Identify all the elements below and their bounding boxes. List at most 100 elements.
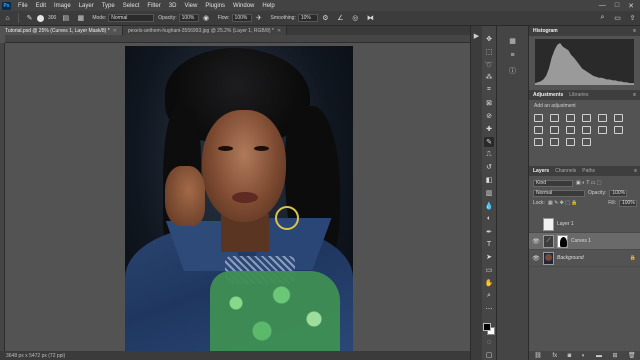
menu-layer[interactable]: Layer — [75, 3, 98, 9]
history-brush-icon[interactable]: ↺ — [484, 162, 494, 172]
color-swatches[interactable] — [483, 322, 495, 335]
tab-tutorial[interactable]: Tutorial.psd @ 25% (Curves 1, Layer Mask… — [0, 26, 123, 35]
menu-select[interactable]: Select — [119, 3, 144, 9]
menu-3d[interactable]: 3D — [165, 3, 181, 9]
color-lookup-icon[interactable] — [598, 126, 607, 134]
tab-layers[interactable]: Layers — [533, 168, 549, 174]
quick-mask-icon[interactable]: ◌ — [484, 337, 494, 347]
menu-filter[interactable]: Filter — [143, 3, 164, 9]
hue-saturation-icon[interactable] — [614, 114, 623, 122]
menu-edit[interactable]: Edit — [32, 3, 50, 9]
home-icon[interactable]: ⌂ — [3, 14, 12, 23]
selective-color-icon[interactable] — [582, 138, 591, 146]
lock-icons[interactable]: ▦ ✎ ✥ ⬚ 🔒 — [548, 200, 578, 206]
expand-arrow-icon[interactable]: ▶ — [471, 32, 482, 40]
pressure-size-icon[interactable]: ◎ — [351, 14, 360, 23]
visibility-eye-icon[interactable]: 👁 — [532, 238, 540, 245]
zoom-tool-icon[interactable]: ⌕ — [484, 291, 494, 301]
layer-name[interactable]: Layer 1 — [557, 221, 574, 227]
opacity-field[interactable]: 100% — [178, 14, 199, 22]
hand-tool-icon[interactable]: ✋ — [484, 278, 494, 288]
mask-icon[interactable]: ◙ — [568, 353, 572, 359]
kind-filter[interactable]: Kind — [533, 179, 573, 187]
history-panel-icon[interactable]: ▦ — [508, 36, 517, 45]
horizontal-ruler[interactable] — [5, 35, 470, 43]
menu-file[interactable]: File — [14, 3, 32, 9]
info-panel-icon[interactable]: ⓘ — [508, 66, 517, 75]
angle-icon[interactable]: ∠ — [336, 14, 345, 23]
brush-settings-icon[interactable]: ▤ — [61, 14, 70, 23]
tab-pexels[interactable]: pexels-anthem-hughani-3556993.jpg @ 25.2… — [122, 26, 288, 35]
posterize-icon[interactable] — [534, 138, 543, 146]
share-icon[interactable]: ⇪ — [628, 14, 637, 23]
layer-row[interactable]: 👁 ⟋ Curves 1 — [529, 233, 640, 250]
eyedropper-icon[interactable]: ⊘ — [484, 111, 494, 121]
brush-panel-icon[interactable]: ▦ — [76, 14, 85, 23]
move-tool-icon[interactable]: ✥ — [484, 34, 494, 44]
curves-icon[interactable] — [566, 114, 575, 122]
channel-mixer-icon[interactable] — [582, 126, 591, 134]
pen-tool-icon[interactable]: ✒ — [484, 227, 494, 237]
panel-menu-icon[interactable]: ≡ — [634, 168, 637, 174]
gradient-icon[interactable]: ▥ — [484, 188, 494, 198]
fill-field[interactable]: 100% — [619, 199, 637, 207]
type-tool-icon[interactable]: T — [484, 240, 494, 250]
mode-select[interactable]: Normal — [108, 14, 155, 22]
eraser-icon[interactable]: ◧ — [484, 175, 494, 185]
tab-histogram[interactable]: Histogram — [533, 28, 558, 34]
layer-row[interactable]: Layer 1 — [529, 216, 640, 233]
canvas-area[interactable] — [5, 43, 470, 351]
tab-libraries[interactable]: Libraries — [569, 92, 588, 98]
blur-icon[interactable]: 💧 — [484, 201, 494, 211]
adjustment-icon[interactable]: ◐ — [582, 353, 586, 359]
path-select-icon[interactable]: ➤ — [484, 252, 494, 262]
frame-tool-icon[interactable]: ⊠ — [484, 98, 494, 108]
black-white-icon[interactable] — [550, 126, 559, 134]
menu-window[interactable]: Window — [229, 3, 258, 9]
healing-brush-icon[interactable]: ✚ — [484, 124, 494, 134]
lasso-tool-icon[interactable]: ➰ — [484, 60, 494, 70]
workspace-icon[interactable]: ▭ — [613, 14, 622, 23]
tab-channels[interactable]: Channels — [555, 168, 576, 174]
dodge-icon[interactable]: ◐ — [484, 214, 494, 224]
gear-icon[interactable]: ⚙ — [321, 14, 330, 23]
smoothing-field[interactable]: 10% — [297, 14, 318, 22]
brush-preview[interactable] — [37, 14, 44, 22]
panel-menu-icon[interactable]: ≡ — [633, 28, 636, 34]
menu-view[interactable]: View — [180, 3, 201, 9]
layer-name[interactable]: Curves 1 — [571, 238, 591, 244]
minimize-button[interactable]: — — [599, 2, 606, 10]
rectangle-icon[interactable]: ▭ — [484, 265, 494, 275]
folder-icon[interactable]: ▬ — [596, 353, 602, 359]
more-tools-icon[interactable]: ⋯ — [484, 304, 494, 314]
foreground-color[interactable] — [483, 322, 491, 331]
layer-row[interactable]: 👁 Background 🔒 — [529, 250, 640, 267]
quick-select-icon[interactable]: ⁂ — [484, 73, 494, 83]
close-icon[interactable]: ✕ — [277, 28, 281, 34]
menu-type[interactable]: Type — [98, 3, 119, 9]
invert-icon[interactable] — [614, 126, 623, 134]
close-button[interactable]: ✕ — [628, 2, 634, 10]
blend-mode-select[interactable]: Normal — [533, 189, 585, 197]
exposure-icon[interactable] — [582, 114, 591, 122]
pressure-opacity-icon[interactable]: ◉ — [202, 14, 211, 23]
airbrush-icon[interactable]: ✈ — [255, 14, 264, 23]
visibility-eye-icon[interactable]: 👁 — [532, 255, 540, 262]
trash-icon[interactable]: 🗑 — [628, 352, 636, 359]
tab-adjustments[interactable]: Adjustments — [533, 92, 563, 98]
fx-icon[interactable]: fx — [552, 353, 557, 359]
search-icon[interactable]: ⌕ — [598, 14, 607, 23]
symmetry-icon[interactable]: ⧓ — [366, 14, 375, 23]
vibrance-icon[interactable] — [598, 114, 607, 122]
layer-name[interactable]: Background — [557, 255, 584, 261]
artboard-tool-icon[interactable]: ⬚ — [484, 47, 494, 57]
brush-tool-icon[interactable]: ✎ — [25, 14, 34, 23]
layer-opacity-field[interactable]: 100% — [609, 189, 628, 197]
portrait-photo[interactable] — [125, 46, 353, 351]
levels-icon[interactable] — [550, 114, 559, 122]
new-layer-icon[interactable]: ⊞ — [612, 352, 617, 359]
properties-panel-icon[interactable]: ≡ — [508, 51, 517, 60]
menu-help[interactable]: Help — [258, 3, 278, 9]
screen-mode-icon[interactable]: ▢ — [484, 350, 494, 360]
link-icon[interactable]: ⛓ — [534, 352, 542, 359]
